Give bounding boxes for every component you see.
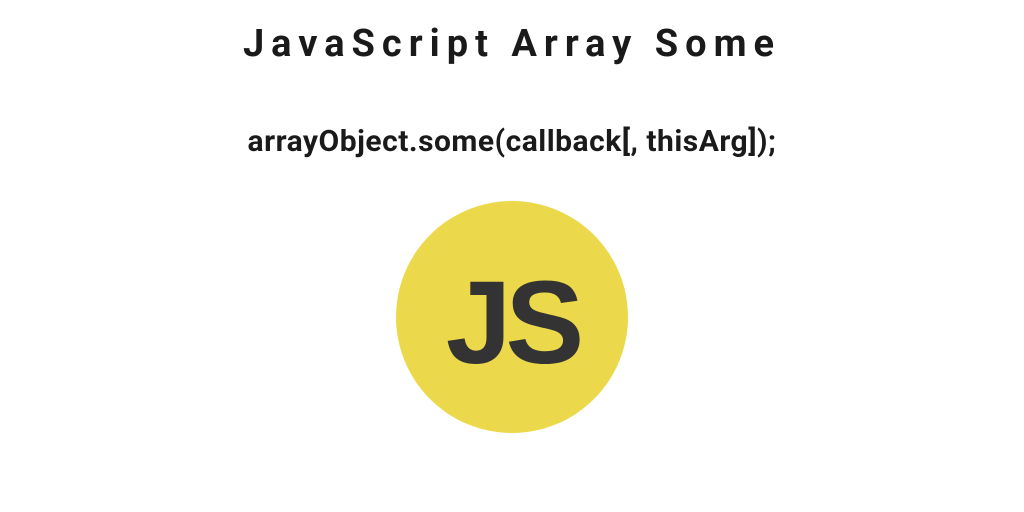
code-syntax: arrayObject.some(callback[, thisArg]); xyxy=(248,124,777,159)
js-logo-text: JS xyxy=(446,264,578,382)
js-logo: JS xyxy=(396,201,628,433)
page-title: JavaScript Array Some xyxy=(243,22,781,66)
